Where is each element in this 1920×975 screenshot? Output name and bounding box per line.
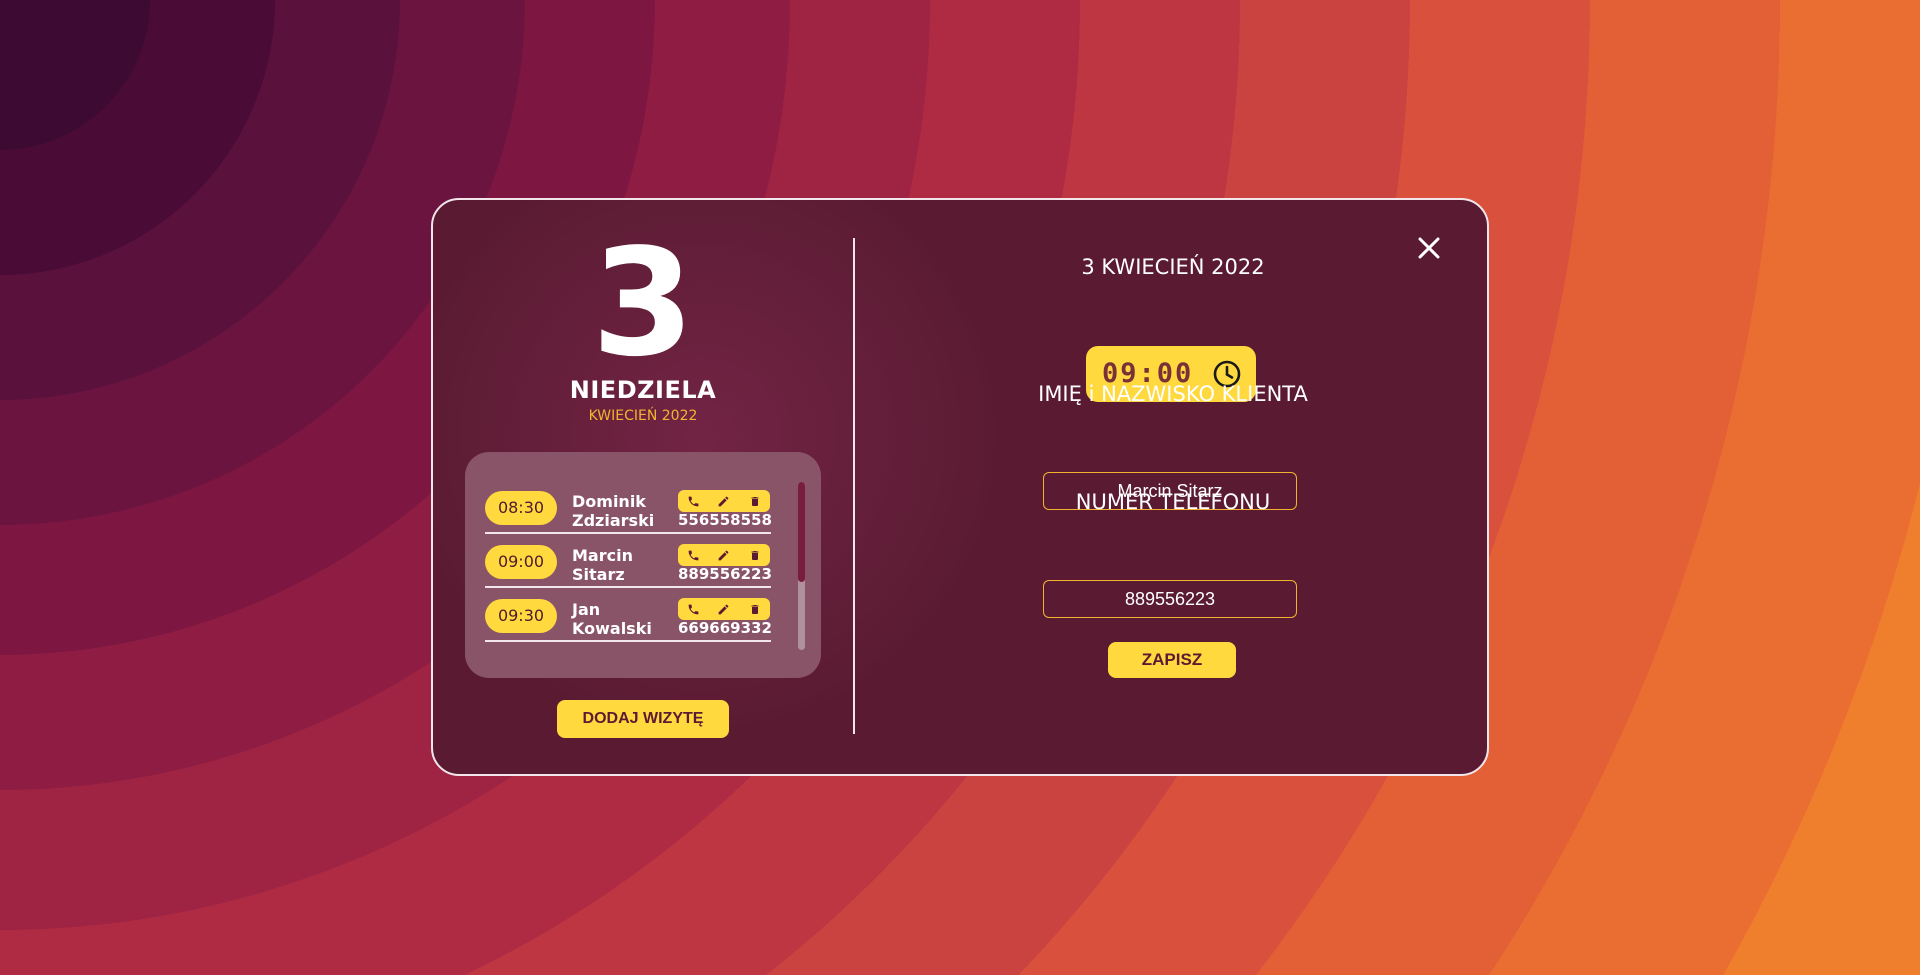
client-last-name: Kowalski <box>572 619 652 638</box>
client-phone: 669669332 <box>678 619 772 637</box>
client-name: Jan Kowalski <box>572 600 672 638</box>
day-name: NIEDZIELA <box>569 376 717 404</box>
client-name: Dominik Zdziarski <box>572 492 672 530</box>
client-first-name: Dominik <box>572 492 646 511</box>
phone-input[interactable] <box>1043 580 1297 618</box>
client-last-name: Zdziarski <box>572 511 655 530</box>
appointment-item: 09:00 Marcin Sitarz 889556223 <box>485 534 772 588</box>
list-scrollbar-thumb[interactable] <box>798 482 805 582</box>
appointment-actions <box>678 544 770 566</box>
add-visit-button[interactable]: DODAJ WIZYTĘ <box>557 700 729 738</box>
pencil-icon[interactable] <box>715 492 733 510</box>
pencil-icon[interactable] <box>715 546 733 564</box>
appointment-modal: 3 NIEDZIELA KWIECIEŃ 2022 08:30 Dominik … <box>431 198 1489 776</box>
month-year: KWIECIEŃ 2022 <box>588 408 698 424</box>
trash-icon[interactable] <box>746 600 764 618</box>
appointment-time[interactable]: 09:30 <box>485 599 557 633</box>
appointment-item: 08:30 Dominik Zdziarski 556558558 <box>485 480 772 534</box>
pencil-icon[interactable] <box>715 600 733 618</box>
form-date-title: 3 KWIECIEŃ 2022 <box>1081 255 1265 279</box>
appointment-item: 09:30 Jan Kowalski 669669332 <box>485 588 772 642</box>
client-first-name: Jan <box>572 600 601 619</box>
save-button[interactable]: ZAPISZ <box>1108 642 1236 678</box>
client-name: Marcin Sitarz <box>572 546 672 584</box>
client-first-name: Marcin <box>572 546 633 565</box>
appointment-time[interactable]: 08:30 <box>485 491 557 525</box>
phone-icon[interactable] <box>684 600 702 618</box>
client-phone: 889556223 <box>678 565 772 583</box>
trash-icon[interactable] <box>746 546 764 564</box>
phone-icon[interactable] <box>684 546 702 564</box>
trash-icon[interactable] <box>746 492 764 510</box>
client-name-label: IMIĘ i NAZWISKO KLIENTA <box>1038 382 1308 406</box>
client-phone: 556558558 <box>678 511 772 529</box>
phone-label: NUMER TELEFONU <box>1075 490 1271 514</box>
client-last-name: Sitarz <box>572 565 625 584</box>
appointment-actions <box>678 598 770 620</box>
panel-divider <box>853 238 855 734</box>
day-number: 3 <box>591 217 695 389</box>
appointment-time[interactable]: 09:00 <box>485 545 557 579</box>
phone-icon[interactable] <box>684 492 702 510</box>
appointment-list: 08:30 Dominik Zdziarski 556558558 09:00 … <box>465 452 821 678</box>
appointment-actions <box>678 490 770 512</box>
